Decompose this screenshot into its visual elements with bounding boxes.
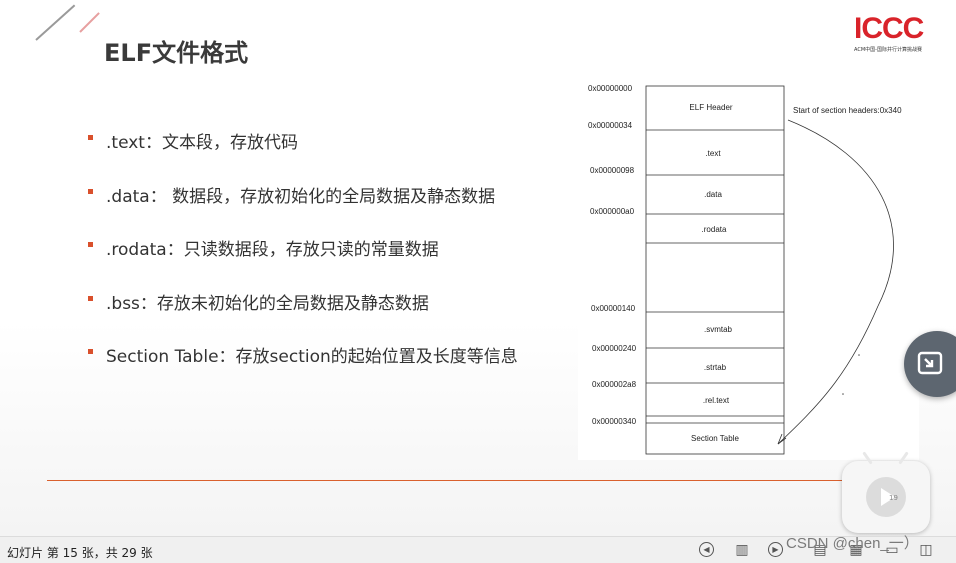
- bullet-text: .rodata：只读数据段，存放只读的常量数据: [106, 240, 439, 260]
- address-label: 0x00000140: [591, 304, 636, 313]
- slide-canvas: ELF文件格式 ICCC ACM中国-国际并行计算挑战赛 .text：文本段，存…: [0, 0, 956, 536]
- segment-label: ELF Header: [689, 103, 733, 112]
- bullet-text: .data： 数据段，存放初始化的全局数据及静态数据: [106, 186, 496, 207]
- csdn-watermark: CSDN @chen_一）: [786, 535, 919, 552]
- segment-label: Section Table: [691, 434, 739, 443]
- stray-dot: [842, 393, 844, 395]
- bullet-marker: [88, 349, 93, 354]
- segment-label: .rel.text: [702, 396, 730, 405]
- address-label: 0x00000000: [588, 84, 633, 93]
- logo-subtitle: ACM中国-国际并行计算挑战赛: [854, 47, 922, 53]
- bullet-marker: [88, 242, 93, 247]
- picture-in-picture-icon: [917, 351, 943, 375]
- stray-dot: [858, 354, 860, 356]
- segment-label: .strtab: [703, 363, 727, 372]
- bullet-marker: [88, 135, 93, 140]
- notes-icon[interactable]: ▥: [734, 542, 750, 558]
- decor-line-red: [79, 12, 100, 33]
- address-label: 0x00000340: [592, 417, 637, 426]
- address-label: 0x000000a0: [590, 207, 635, 216]
- slide-number: 19: [889, 494, 898, 502]
- play-icon[interactable]: [866, 477, 906, 517]
- bullet-text: Section Table：存放section的起始位置及长度等信息: [106, 347, 518, 367]
- address-label: 0x000002a8: [592, 380, 637, 389]
- section-header-note: Start of section headers:0x340: [793, 106, 902, 115]
- segment-label: .data: [704, 190, 722, 199]
- address-label: 0x00000098: [590, 166, 635, 175]
- segment-label: .svmtab: [703, 325, 732, 334]
- pointer-arrow-path: [777, 119, 894, 445]
- address-label: 0x00000240: [592, 344, 637, 353]
- bullet-text: .bss：存放未初始化的全局数据及静态数据: [106, 293, 429, 314]
- slideshow-icon[interactable]: ◫: [918, 542, 934, 558]
- slide-title: ELF文件格式: [104, 39, 249, 67]
- bullet-text: .text：文本段，存放代码: [106, 133, 298, 153]
- segment-label: .text: [705, 149, 721, 158]
- video-player-widget[interactable]: [842, 451, 930, 533]
- slide-counter: 幻灯片 第 15 张，共 29 张: [7, 546, 153, 560]
- previous-icon[interactable]: ◀: [699, 542, 714, 557]
- decor-line-gray: [35, 4, 76, 41]
- address-label: 0x00000034: [588, 121, 633, 130]
- segment-label: .rodata: [701, 225, 727, 234]
- iccc-logo: ICCC ACM中国-国际并行计算挑战赛: [854, 14, 934, 60]
- elf-layout-diagram: 0x00000000 0x00000034 0x00000098 0x00000…: [578, 76, 919, 460]
- bullet-marker: [88, 188, 93, 194]
- logo-mark: ICCC: [854, 12, 924, 45]
- footer-rule: [47, 480, 920, 481]
- bullet-marker: [88, 295, 93, 301]
- next-icon[interactable]: ▶: [768, 542, 783, 557]
